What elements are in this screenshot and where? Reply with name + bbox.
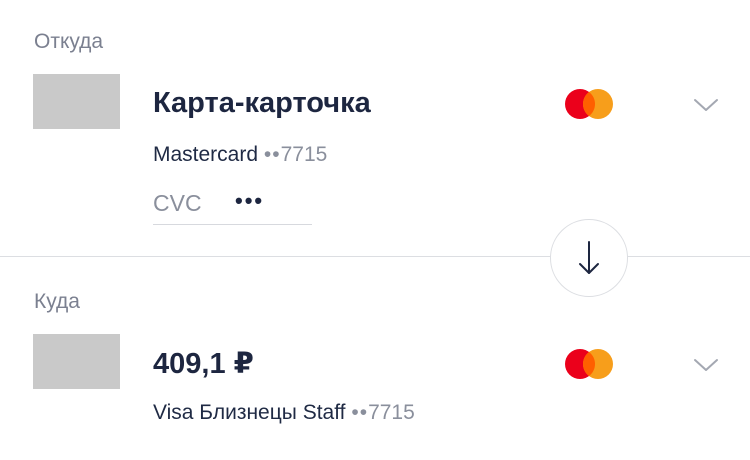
from-section-label: Откуда bbox=[34, 30, 104, 53]
to-card-last4: 7715 bbox=[368, 401, 415, 424]
to-chevron-down-icon[interactable] bbox=[693, 357, 719, 373]
from-card-type: Mastercard bbox=[153, 143, 259, 166]
cvc-label: CVC bbox=[153, 190, 202, 216]
from-card-thumbnail[interactable] bbox=[33, 74, 120, 129]
swap-direction-button[interactable] bbox=[550, 219, 628, 297]
cvc-value: ••• bbox=[235, 188, 265, 213]
arrow-down-icon bbox=[579, 241, 599, 274]
to-card-details: Visa Близнецы Staff ••7715 bbox=[153, 401, 415, 425]
cvc-input[interactable]: CVC ••• bbox=[153, 188, 312, 225]
to-mastercard-logo bbox=[565, 349, 613, 379]
from-card-name: Карта-карточка bbox=[153, 87, 371, 119]
to-section-label: Куда bbox=[34, 290, 80, 313]
section-divider bbox=[0, 256, 750, 257]
from-chevron-down-icon[interactable] bbox=[693, 97, 719, 113]
to-card-name: Visa Близнецы Staff bbox=[153, 401, 346, 424]
to-card-mask-dots: •• bbox=[351, 401, 369, 424]
from-card-mask-dots: •• bbox=[263, 143, 281, 166]
from-card-last4: 7715 bbox=[280, 143, 328, 166]
from-card-details: Mastercard ••7715 bbox=[153, 143, 327, 167]
to-amount: 409,1 ₽ bbox=[153, 348, 254, 380]
to-card-thumbnail[interactable] bbox=[33, 334, 120, 389]
from-mastercard-logo bbox=[565, 89, 613, 119]
